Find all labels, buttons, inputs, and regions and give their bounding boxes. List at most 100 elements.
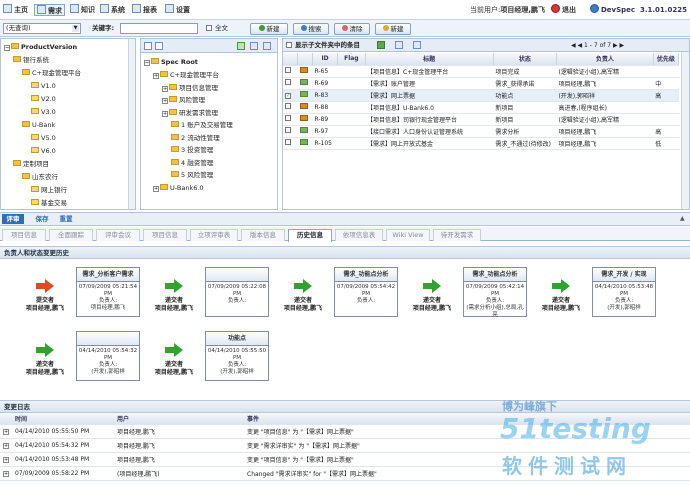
tab-5[interactable]: 版本信息 [241,229,285,241]
row-checkbox[interactable] [283,65,298,78]
state-node[interactable]: 需求_分析客户需求 07/09/2009 05:21:54 PM 负责人: 项目经理,… [76,267,140,317]
requirement-row[interactable]: R-69 【需求】账户管理 需求_获得承诺 项目经理,鹏飞中 [283,77,679,90]
spec-tree-item[interactable]: + 研发需求管理 [162,108,218,119]
req-col-header[interactable]: 优先级 [653,53,680,66]
expand-icon[interactable]: + [162,110,168,117]
grid-icon[interactable] [144,42,152,50]
tab-0[interactable]: 项目信息 [2,229,46,241]
requirement-row[interactable]: R-97 【接口需求】人口身份认证管理系统 需求分析 项目经理,鹏飞高 [283,125,679,138]
tab-6[interactable]: 历史信息 [288,229,332,242]
show-sub-checkbox[interactable] [286,42,292,50]
product-tree-item[interactable]: V1.0 [31,81,56,92]
expand-icon[interactable]: + [3,428,9,435]
nav-reports[interactable]: 报表 [132,4,157,16]
state-node[interactable]: 功能点 04/14/2010 05:55:50 PM 负责人: (开发),郭昭祥 [205,331,269,381]
spec-tree-item[interactable]: 3 投资管理 [171,145,213,156]
spec-tree-item[interactable]: + 风险管理 [162,95,205,106]
nav-home[interactable]: 主页 [3,4,28,16]
spec-tree-item[interactable]: 5 风险管理 [171,170,213,181]
query-select[interactable]: (无查询) ▼ [3,23,81,34]
list-icon[interactable] [155,42,163,50]
fulltext-checkbox[interactable] [206,25,212,33]
expand-icon[interactable]: + [3,442,9,449]
state-node[interactable]: 07/09/2009 05:22:08 PM 负责人: [205,267,269,317]
product-tree-item[interactable]: C+现金管理平台 [22,68,81,79]
requirement-row[interactable]: R-65 【项目信息】C+现金管理平台 项目完成 (逻辑验证小组),高军精 [283,65,679,78]
reset-button[interactable]: 重置 [56,214,76,224]
spec-tree-item[interactable]: 2 流动性管理 [171,133,220,144]
row-checkbox[interactable] [283,101,298,114]
expand-icon[interactable]: + [3,470,9,477]
product-tree-item[interactable]: U-Bank [22,120,55,131]
expand-icon[interactable]: + [162,85,168,92]
edit-icon[interactable] [250,42,258,50]
row-checkbox[interactable]: ✓ [283,89,298,102]
tab-4[interactable]: 立项评审表 [190,229,238,241]
state-node[interactable]: 需求_开发 / 实现 04/14/2010 05:53:48 PM 负责人: (开发)… [592,267,656,317]
row-checkbox[interactable] [283,113,298,126]
product-tree-item[interactable]: 银行系统 [13,55,49,66]
req-col-header[interactable]: 负责人 [556,53,654,66]
product-tree-item[interactable]: V6.0 [31,146,56,157]
spec-tree-item[interactable]: 1 账户及交易管理 [171,120,233,131]
tab-7[interactable]: 依项信息表 [335,229,383,241]
req-title[interactable]: 【项目信息】司银行现金管理平台 [365,113,494,126]
nav-requirements[interactable]: 需求 [34,4,65,16]
expand-icon[interactable]: + [153,73,159,79]
row-checkbox[interactable] [283,137,298,150]
tab-9[interactable]: 待开发需求 [433,229,481,241]
clear-button[interactable]: 清除 [334,23,370,35]
spec-tree-item[interactable]: 4 融资管理 [171,158,213,169]
tab-1[interactable]: 全面跟踪 [49,229,93,241]
state-node[interactable]: 需求_功能点分析 07/09/2009 05:42:14 PM 负责人: (需求分析小… [463,267,527,318]
nav-system[interactable]: 系统 [100,4,125,16]
product-tree-scrollbar[interactable] [128,39,135,209]
tab-2[interactable]: 评审会议 [96,229,140,241]
requirement-row[interactable]: R-88 【项目信息】U-Bank6.0 新项目 高进春,(程序组长) [283,101,679,114]
req-title[interactable]: 【接口需求】人口身份认证管理系统 [365,125,494,138]
requirement-row[interactable]: R-105 【需求】网上开放式基金 需求_不通过(待修改) 项目经理,鹏飞低 [283,137,679,150]
req-title[interactable]: 【项目信息】C+现金管理平台 [365,65,494,78]
row-checkbox[interactable] [283,77,298,90]
save-button[interactable]: 保存 [32,214,52,224]
nav-settings[interactable]: 设置 [165,4,190,16]
add-folder-icon[interactable] [237,42,245,50]
collapse-icon[interactable]: ▲ [680,215,687,223]
requirement-row[interactable]: R-89 【项目信息】司银行现金管理平台 新项目 (逻辑验证小组),高军精 [283,113,679,126]
req-col-header[interactable]: 标题 [365,53,494,66]
product-tree-root[interactable]: − ProductVersion [4,42,77,53]
spec-tree-item[interactable]: + U-Bank6.0 [153,183,204,194]
product-tree-item[interactable]: V3.0 [31,107,56,118]
req-col-header[interactable] [297,53,313,66]
state-node[interactable]: 04/14/2010 05:54:32 PM 负责人: (开发),郭昭祥 [76,331,140,381]
expand-icon[interactable]: + [162,98,168,104]
search-button[interactable]: 搜索 [293,23,329,35]
product-tree-item[interactable]: 网上银行 [31,185,67,196]
req-col-header[interactable] [283,53,299,66]
req-title[interactable]: 【项目信息】U-Bank6.0 [365,101,494,114]
spec-tree-root[interactable]: − Spec Root [144,57,198,68]
nav-knowledge[interactable]: 知识 [70,4,95,16]
refresh-icon[interactable] [263,42,271,50]
product-tree-item[interactable]: 山东农行 [22,172,58,183]
keyword-input[interactable] [120,23,198,34]
product-tree-item[interactable]: 基金交易 [31,198,67,209]
req-title[interactable]: 【需求】账户管理 [365,77,494,90]
spec-tree-item[interactable]: + 项目信息管理 [162,83,218,94]
tab-8[interactable]: Wiki View [386,229,430,241]
list-scrollbar[interactable] [681,52,689,209]
req-col-header[interactable]: Flag [337,53,366,66]
product-tree-item[interactable]: 定制项目 [13,159,49,170]
expand-icon[interactable]: + [153,185,159,192]
review-button[interactable]: 评审 [2,214,24,224]
req-col-header[interactable]: 状态 [493,53,557,66]
req-col-header[interactable]: ID [312,53,339,66]
product-tree-item[interactable]: V5.0 [31,133,56,144]
spec-tree-item[interactable]: + C+现金管理平台 [153,70,219,81]
product-tree-item[interactable]: V2.0 [31,94,56,105]
row-checkbox[interactable] [283,125,298,138]
logout-link[interactable]: 退出 [551,4,576,16]
filter-icon[interactable] [377,41,385,49]
columns-icon[interactable] [413,41,421,49]
settings-icon[interactable] [395,41,403,49]
